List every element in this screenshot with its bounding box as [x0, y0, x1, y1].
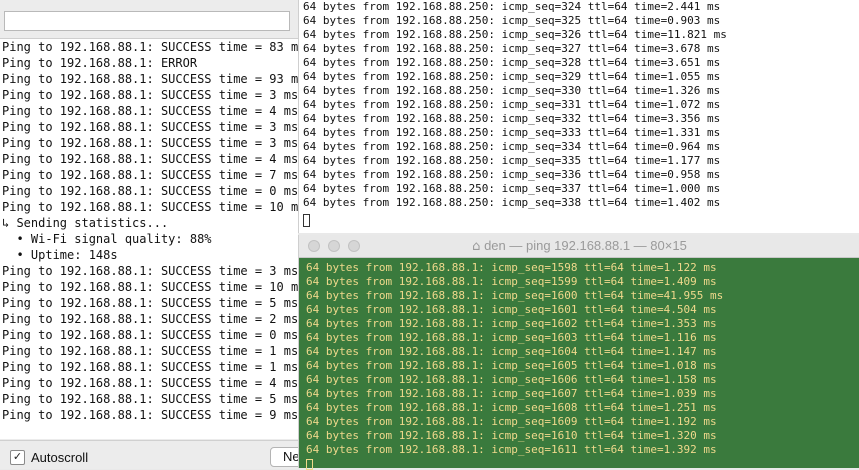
output-line: Ping to 192.168.88.1: SUCCESS time = 3 m…: [2, 136, 298, 150]
output-line: 64 bytes from 192.168.88.1: icmp_seq=160…: [306, 317, 717, 330]
output-line: Ping to 192.168.88.1: SUCCESS time = 4 m…: [2, 376, 298, 390]
home-icon: ⌂: [472, 239, 481, 254]
output-line: Ping to 192.168.88.1: SUCCESS time = 1 m…: [2, 360, 298, 374]
output-line: 64 bytes from 192.168.88.1: icmp_seq=160…: [306, 401, 717, 414]
output-line: 64 bytes from 192.168.88.1: icmp_seq=160…: [306, 373, 717, 386]
output-line: Ping to 192.168.88.1: SUCCESS time = 1 m…: [2, 344, 298, 358]
serial-toolbar: [0, 0, 298, 39]
output-line: • Wi-Fi signal quality: 88%: [2, 232, 212, 246]
output-line: 64 bytes from 192.168.88.1: icmp_seq=160…: [306, 387, 717, 400]
output-line: Ping to 192.168.88.1: SUCCESS time = 3 m…: [2, 264, 298, 278]
terminal-window-top[interactable]: 64 bytes from 192.168.88.250: icmp_seq=3…: [298, 0, 859, 233]
terminal-title: den — ping 192.168.88.1 — 80×15: [484, 238, 687, 253]
output-line: 64 bytes from 192.168.88.250: icmp_seq=3…: [303, 56, 721, 69]
output-line: Ping to 192.168.88.1: SUCCESS time = 2 m…: [2, 312, 298, 326]
output-line: 64 bytes from 192.168.88.1: icmp_seq=160…: [306, 415, 717, 428]
autoscroll-checkbox[interactable]: ✓ Autoscroll: [10, 450, 88, 465]
serial-output[interactable]: Ping to 192.168.88.1: SUCCESS time = 83 …: [0, 39, 298, 439]
output-line: Ping to 192.168.88.1: SUCCESS time = 10 …: [2, 280, 298, 294]
terminal-bottom-output: 64 bytes from 192.168.88.1: icmp_seq=159…: [306, 261, 723, 457]
output-line: Ping to 192.168.88.1: SUCCESS time = 93 …: [2, 72, 298, 86]
output-line: 64 bytes from 192.168.88.250: icmp_seq=3…: [303, 14, 721, 27]
output-line: Ping to 192.168.88.1: SUCCESS time = 7 m…: [2, 168, 298, 182]
output-line: 64 bytes from 192.168.88.250: icmp_seq=3…: [303, 28, 727, 41]
output-line: 64 bytes from 192.168.88.1: icmp_seq=160…: [306, 289, 724, 302]
serial-footer: ✓ Autoscroll Ne: [0, 440, 310, 469]
output-line: 64 bytes from 192.168.88.1: icmp_seq=159…: [306, 261, 717, 274]
serial-monitor-window: Ping to 192.168.88.1: SUCCESS time = 83 …: [0, 0, 310, 469]
output-line: 64 bytes from 192.168.88.250: icmp_seq=3…: [303, 126, 721, 139]
output-line: 64 bytes from 192.168.88.250: icmp_seq=3…: [303, 98, 721, 111]
autoscroll-label: Autoscroll: [31, 450, 89, 465]
output-line: 64 bytes from 192.168.88.250: icmp_seq=3…: [303, 182, 721, 195]
output-line: 64 bytes from 192.168.88.250: icmp_seq=3…: [303, 112, 721, 125]
output-line: 64 bytes from 192.168.88.1: icmp_seq=161…: [306, 443, 717, 456]
output-line: 64 bytes from 192.168.88.1: icmp_seq=160…: [306, 331, 717, 344]
output-line: 64 bytes from 192.168.88.250: icmp_seq=3…: [303, 196, 721, 209]
output-line: 64 bytes from 192.168.88.250: icmp_seq=3…: [303, 140, 721, 153]
terminal-top-output: 64 bytes from 192.168.88.250: icmp_seq=3…: [303, 0, 727, 210]
output-line: 64 bytes from 192.168.88.250: icmp_seq=3…: [303, 70, 721, 83]
output-line: • Uptime: 148s: [2, 248, 118, 262]
output-line: Ping to 192.168.88.1: SUCCESS time = 0 m…: [2, 328, 298, 342]
serial-send-input[interactable]: [4, 11, 290, 31]
serial-output-lines: Ping to 192.168.88.1: SUCCESS time = 83 …: [2, 39, 298, 423]
output-line: Ping to 192.168.88.1: ERROR: [2, 56, 198, 70]
checkbox-check-icon[interactable]: ✓: [10, 450, 25, 465]
output-line: 64 bytes from 192.168.88.1: icmp_seq=160…: [306, 345, 717, 358]
output-line: Ping to 192.168.88.1: SUCCESS time = 5 m…: [2, 392, 298, 406]
output-line: Ping to 192.168.88.1: SUCCESS time = 10 …: [2, 200, 298, 214]
terminal-cursor: [303, 214, 310, 227]
terminal-window-bottom[interactable]: ⌂ den — ping 192.168.88.1 — 80×15 64 byt…: [298, 235, 859, 470]
output-line: Ping to 192.168.88.1: SUCCESS time = 3 m…: [2, 88, 298, 102]
output-line: 64 bytes from 192.168.88.250: icmp_seq=3…: [303, 42, 721, 55]
output-line: 64 bytes from 192.168.88.1: icmp_seq=160…: [306, 303, 717, 316]
terminal-title-wrap: ⌂ den — ping 192.168.88.1 — 80×15: [299, 238, 859, 254]
output-line: Ping to 192.168.88.1: SUCCESS time = 9 m…: [2, 408, 298, 422]
output-line: 64 bytes from 192.168.88.250: icmp_seq=3…: [303, 168, 721, 181]
output-line: 64 bytes from 192.168.88.1: icmp_seq=160…: [306, 359, 717, 372]
output-line: Ping to 192.168.88.1: SUCCESS time = 4 m…: [2, 152, 298, 166]
output-line: 64 bytes from 192.168.88.1: icmp_seq=159…: [306, 275, 717, 288]
output-line: Ping to 192.168.88.1: SUCCESS time = 5 m…: [2, 296, 298, 310]
output-line: 64 bytes from 192.168.88.250: icmp_seq=3…: [303, 0, 721, 13]
output-line: Ping to 192.168.88.1: SUCCESS time = 3 m…: [2, 120, 298, 134]
output-line: 64 bytes from 192.168.88.250: icmp_seq=3…: [303, 154, 721, 167]
output-line: Ping to 192.168.88.1: SUCCESS time = 0 m…: [2, 184, 298, 198]
output-line: ↳ Sending statistics...: [2, 216, 169, 230]
terminal-titlebar[interactable]: ⌂ den — ping 192.168.88.1 — 80×15: [299, 235, 859, 258]
output-line: Ping to 192.168.88.1: SUCCESS time = 83 …: [2, 40, 298, 54]
output-line: 64 bytes from 192.168.88.250: icmp_seq=3…: [303, 84, 721, 97]
terminal-cursor: [306, 459, 313, 470]
output-line: Ping to 192.168.88.1: SUCCESS time = 4 m…: [2, 104, 298, 118]
output-line: 64 bytes from 192.168.88.1: icmp_seq=161…: [306, 429, 717, 442]
